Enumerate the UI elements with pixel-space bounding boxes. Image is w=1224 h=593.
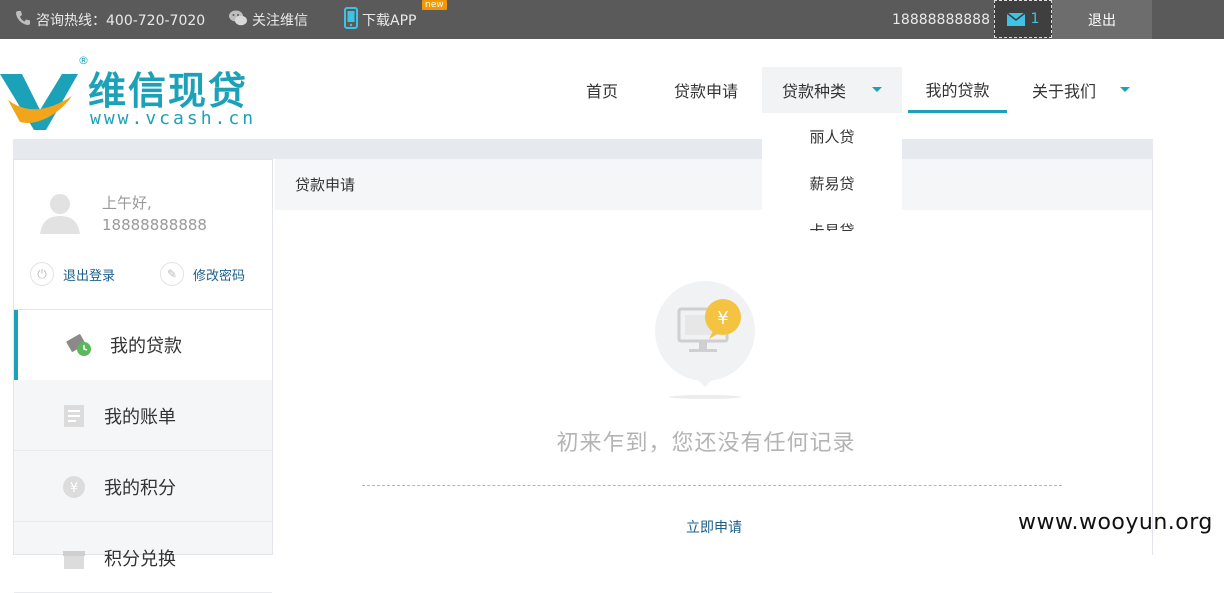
sidebar: 上午好, 18888888888 ⏻ 退出登录 ✎ 修改密码 我的贷款 我的账单… <box>13 159 273 593</box>
user-phone-top[interactable]: 18888888888 <box>892 0 990 39</box>
sidebar-item-points-exchange[interactable]: 积分兑换 <box>14 523 272 593</box>
hotline: 咨询热线：400-720-7020 <box>14 0 205 39</box>
nav-home[interactable]: 首页 <box>572 67 632 113</box>
logo-mark-icon <box>0 74 78 130</box>
sidebar-item-label: 我的账单 <box>104 406 176 428</box>
pencil-icon: ✎ <box>160 262 184 286</box>
user-phone: 18888888888 <box>102 216 207 234</box>
wechat-icon <box>228 9 248 31</box>
nav-about-us-label: 关于我们 <box>1032 82 1097 101</box>
wechat-link[interactable]: 关注维信 <box>228 0 308 39</box>
main-panel: 贷款申请 ¥ 初来乍到，您还没有任何记录 立即申请 <box>275 159 1153 555</box>
power-icon: ⏻ <box>30 262 54 286</box>
dropdown-item-kayi[interactable]: 卡易贷 <box>762 207 902 231</box>
empty-state-icon: ¥ <box>655 279 757 399</box>
nav-loan-types[interactable]: 贷款种类 <box>762 67 902 113</box>
nav-my-loans[interactable]: 我的贷款 <box>908 67 1007 113</box>
dropdown-item-xinyi[interactable]: 薪易贷 <box>762 160 902 207</box>
download-app-text: 下载APP <box>362 12 417 29</box>
money-clock-icon <box>66 331 94 359</box>
logout-button[interactable]: 退出 <box>1052 0 1152 39</box>
mobile-icon <box>344 6 358 33</box>
phone-icon <box>14 9 32 31</box>
brand-name: 维信现贷 <box>88 69 249 113</box>
watermark: www.wooyun.org <box>1018 510 1213 535</box>
logout-link[interactable]: ⏻ 退出登录 <box>30 262 115 286</box>
dropdown-item-liren[interactable]: 丽人贷 <box>762 113 902 160</box>
sidebar-item-label: 积分兑换 <box>104 548 176 570</box>
wechat-text: 关注维信 <box>252 12 308 29</box>
receipt-icon <box>60 402 88 430</box>
download-app-link[interactable]: 下载APP new <box>344 0 447 39</box>
points-coin-icon: ¥ <box>60 473 88 501</box>
avatar <box>38 190 82 234</box>
greeting: 上午好, <box>102 194 152 212</box>
sidebar-item-my-points[interactable]: ¥ 我的积分 <box>14 452 272 522</box>
content-band <box>13 139 1153 159</box>
message-count: 1 <box>1030 11 1040 27</box>
chevron-down-icon <box>872 87 882 92</box>
change-password-link[interactable]: ✎ 修改密码 <box>160 262 245 286</box>
panel-title: 贷款申请 <box>275 159 1152 210</box>
nav-loan-apply[interactable]: 贷款申请 <box>670 67 742 113</box>
svg-text:¥: ¥ <box>717 308 728 329</box>
top-bar: 咨询热线：400-720-7020 关注维信 下载APP new 1888888… <box>0 0 1224 39</box>
nav-loan-types-label: 贷款种类 <box>782 82 847 101</box>
new-badge: new <box>422 0 447 10</box>
hotline-text: 咨询热线：400-720-7020 <box>36 12 206 29</box>
site-url: www.vcash.cn <box>90 108 257 129</box>
empty-state-text: 初来乍到，您还没有任何记录 <box>556 431 856 456</box>
chevron-down-icon <box>1120 87 1130 92</box>
change-password-label: 修改密码 <box>193 268 246 284</box>
svg-text:¥: ¥ <box>70 481 78 496</box>
messages-button[interactable]: 1 <box>994 0 1052 38</box>
nav-about-us[interactable]: 关于我们 <box>1020 67 1140 113</box>
gift-icon <box>60 544 88 572</box>
loan-types-dropdown: 丽人贷 薪易贷 卡易贷 <box>762 113 902 231</box>
sidebar-item-label: 我的积分 <box>104 477 176 499</box>
sidebar-item-my-bills[interactable]: 我的账单 <box>14 381 272 451</box>
divider <box>362 485 1062 486</box>
logout-link-label: 退出登录 <box>63 268 116 284</box>
sidebar-item-my-loans[interactable]: 我的贷款 <box>14 310 272 380</box>
user-box: 上午好, 18888888888 ⏻ 退出登录 ✎ 修改密码 <box>14 160 272 310</box>
envelope-icon <box>1006 12 1025 26</box>
logo[interactable]: ® 维信现贷 www.vcash.cn <box>0 52 290 132</box>
sidebar-item-label: 我的贷款 <box>110 336 182 357</box>
